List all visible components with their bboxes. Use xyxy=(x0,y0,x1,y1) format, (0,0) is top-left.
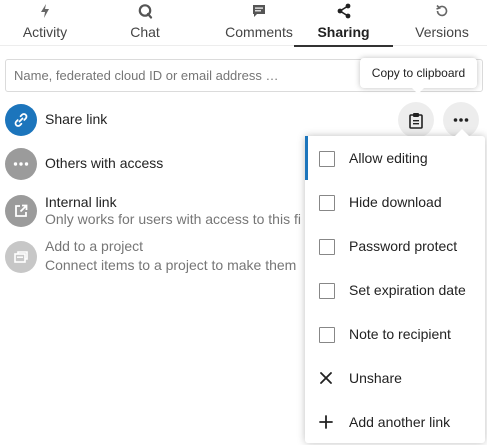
menu-item-add-another-link[interactable]: Add another link xyxy=(305,400,485,444)
copy-tooltip: Copy to clipboard xyxy=(360,58,477,94)
history-icon xyxy=(436,4,448,17)
menu-item-label: Set expiration date xyxy=(349,282,466,298)
allow-editing-checkbox[interactable] xyxy=(319,151,335,167)
add-project-row[interactable]: Add to a project Connect items to a proj… xyxy=(5,238,305,273)
others-avatar xyxy=(5,148,37,180)
tab-versions-label: Versions xyxy=(415,24,469,40)
chat-bubble-icon xyxy=(138,4,153,19)
external-link-icon xyxy=(15,204,28,217)
tab-chat[interactable]: Chat xyxy=(100,0,190,46)
tab-sharing[interactable]: Sharing xyxy=(294,0,393,47)
share-icon xyxy=(337,3,350,19)
comment-icon xyxy=(253,5,265,17)
tab-sharing-label: Sharing xyxy=(317,24,370,40)
plus-icon xyxy=(319,415,333,429)
password-protect-checkbox[interactable] xyxy=(319,239,335,255)
others-with-access-title: Others with access xyxy=(45,155,164,171)
hide-download-checkbox[interactable] xyxy=(319,195,335,211)
share-link-avatar xyxy=(5,104,37,136)
tab-activity-label: Activity xyxy=(22,24,68,40)
menu-item-set-expiration-date[interactable]: Set expiration date xyxy=(305,268,485,312)
copy-to-clipboard-button[interactable] xyxy=(398,102,434,138)
lightning-icon xyxy=(41,4,49,18)
menu-item-password-protect[interactable]: Password protect xyxy=(305,224,485,268)
project-icon xyxy=(14,251,28,263)
more-icon xyxy=(13,162,29,166)
menu-item-label: Allow editing xyxy=(349,150,428,166)
internal-link-avatar xyxy=(5,195,37,227)
internal-link-row[interactable]: Internal link Only works for users with … xyxy=(5,194,305,227)
menu-item-label: Hide download xyxy=(349,194,442,210)
others-with-access-row[interactable]: Others with access xyxy=(5,148,305,180)
more-icon xyxy=(453,118,469,122)
menu-item-label: Add another link xyxy=(349,414,451,430)
link-icon xyxy=(14,113,28,127)
menu-item-label: Note to recipient xyxy=(349,326,451,342)
share-actions-menu: Allow editing Hide download Password pro… xyxy=(305,129,485,444)
share-link-title: Share link xyxy=(45,111,108,127)
tab-chat-label: Chat xyxy=(130,24,160,40)
add-project-subtitle: Connect items to a project to make them xyxy=(45,257,297,273)
menu-item-label: Unshare xyxy=(349,370,402,386)
menu-item-hide-download[interactable]: Hide download xyxy=(305,180,485,224)
internal-link-subtitle: Only works for users with access to this… xyxy=(45,211,301,227)
menu-item-note-to-recipient[interactable]: Note to recipient xyxy=(305,312,485,356)
internal-link-title: Internal link xyxy=(45,194,117,210)
add-project-avatar xyxy=(5,241,37,273)
tab-activity[interactable]: Activity xyxy=(0,0,90,46)
share-link-row: Share link xyxy=(5,104,305,136)
expiration-date-checkbox[interactable] xyxy=(319,283,335,299)
note-to-recipient-checkbox[interactable] xyxy=(319,327,335,343)
tab-versions[interactable]: Versions xyxy=(397,0,487,46)
menu-item-unshare[interactable]: Unshare xyxy=(305,356,485,400)
close-icon xyxy=(320,372,332,384)
add-project-title: Add to a project xyxy=(45,238,144,254)
menu-item-label: Password protect xyxy=(349,238,458,254)
clipboard-icon xyxy=(409,112,423,129)
menu-item-allow-editing[interactable]: Allow editing xyxy=(305,136,485,180)
sidebar-tabs: Activity Chat Comments Sharing Versions xyxy=(0,0,487,47)
